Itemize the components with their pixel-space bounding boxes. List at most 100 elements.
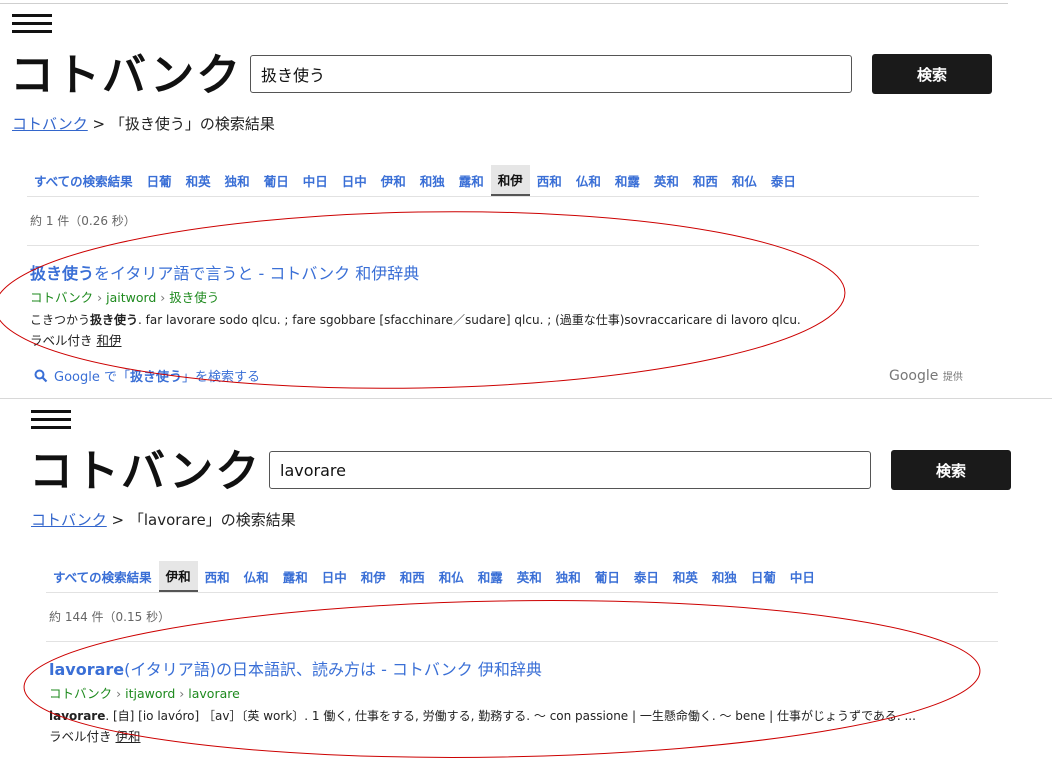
dictionary-tabs: すべての検索結果 日葡 和英 独和 葡日 中日 日中 伊和 和独 露和 和伊 西和 仏和 和露 英和 和西 和仏… bbox=[27, 165, 803, 196]
google-credit-suffix: 提供 bbox=[942, 372, 963, 383]
tab-17[interactable]: 中日 bbox=[783, 561, 822, 592]
search-input[interactable] bbox=[269, 451, 871, 489]
result-url-term: lavorare bbox=[188, 686, 240, 701]
result-url-path: jaitword bbox=[106, 290, 157, 305]
search-input[interactable] bbox=[250, 55, 852, 93]
tab-16[interactable]: 和仏 bbox=[725, 165, 764, 196]
snippet-text: こきつかう bbox=[30, 313, 91, 327]
result-count: 約 1 件（0.26 秒） bbox=[30, 214, 136, 228]
tab-0[interactable]: すべての検索結果 bbox=[46, 561, 159, 592]
search-button[interactable]: 検索 bbox=[891, 450, 1011, 490]
result-title-term: lavorare bbox=[49, 660, 125, 679]
google-search-link[interactable]: Google で「扱き使う」を検索する bbox=[34, 366, 260, 385]
tab-4[interactable]: 露和 bbox=[276, 561, 315, 592]
result-label: ラベル付き 和伊 bbox=[30, 330, 122, 349]
tab-5[interactable]: 中日 bbox=[296, 165, 335, 196]
snippet-text: . [自] [io lavóro] ［av］〔英 work〕. 1 働く, 仕事… bbox=[105, 709, 916, 723]
result-snippet: lavorare. [自] [io lavóro] ［av］〔英 work〕. … bbox=[49, 707, 916, 724]
result-url-term: 扱き使う bbox=[169, 290, 220, 305]
result-url-separator: › bbox=[156, 290, 170, 305]
search-icon bbox=[34, 369, 48, 383]
tab-9[interactable]: 和露 bbox=[471, 561, 510, 592]
tab-5[interactable]: 日中 bbox=[315, 561, 354, 592]
result-url-site: コトバンク bbox=[30, 290, 94, 305]
result-url-path: itjaword bbox=[125, 686, 176, 701]
breadcrumb-home-link[interactable]: コトバンク bbox=[12, 115, 88, 133]
tab-9[interactable]: 露和 bbox=[452, 165, 491, 196]
breadcrumb-current: 「lavorare」の検索結果 bbox=[128, 511, 296, 529]
snippet-highlight: 扱き使う bbox=[90, 313, 139, 327]
google-logo: Google bbox=[889, 368, 939, 384]
tab-2[interactable]: 和英 bbox=[179, 165, 218, 196]
label-prefix: ラベル付き bbox=[30, 333, 93, 348]
tabs-divider bbox=[46, 592, 998, 593]
results-divider bbox=[46, 641, 998, 642]
tab-6[interactable]: 日中 bbox=[335, 165, 374, 196]
result-title-link[interactable]: 扱き使うをイタリア語で言うと - コトバンク 和伊辞典 bbox=[30, 260, 419, 284]
result-snippet: こきつかう扱き使う. far lavorare sodo qlcu. ; far… bbox=[30, 311, 801, 328]
result-url-separator: › bbox=[112, 686, 126, 701]
breadcrumb-separator: > bbox=[87, 115, 110, 133]
tab-4[interactable]: 葡日 bbox=[257, 165, 296, 196]
tab-12[interactable]: 葡日 bbox=[588, 561, 627, 592]
result-title-link[interactable]: lavorare(イタリア語)の日本語訳、読み方は - コトバンク 伊和辞典 bbox=[49, 656, 542, 680]
tab-7[interactable]: 和西 bbox=[393, 561, 432, 592]
result-url-separator: › bbox=[93, 290, 107, 305]
search-button[interactable]: 検索 bbox=[872, 54, 992, 94]
result-count: 約 144 件（0.15 秒） bbox=[49, 610, 171, 624]
dictionary-tabs: すべての検索結果 伊和 西和 仏和 露和 日中 和伊 和西 和仏 和露 英和 独和 葡日 泰日 和英 和独 日葡… bbox=[46, 561, 822, 592]
result-label: ラベル付き 伊和 bbox=[49, 726, 141, 745]
hamburger-menu-icon[interactable] bbox=[12, 14, 52, 34]
tab-3[interactable]: 独和 bbox=[218, 165, 257, 196]
result-url[interactable]: コトバンク › itjaword › lavorare bbox=[49, 683, 240, 702]
tab-12[interactable]: 仏和 bbox=[569, 165, 608, 196]
google-search-post: 」を検索する bbox=[182, 370, 261, 385]
panel-divider bbox=[0, 398, 1052, 399]
tab-15[interactable]: 和西 bbox=[686, 165, 725, 196]
site-logo[interactable]: コトバンク bbox=[10, 54, 242, 98]
label-link[interactable]: 和伊 bbox=[97, 333, 122, 348]
result-url-site: コトバンク bbox=[49, 686, 113, 701]
tab-17[interactable]: 泰日 bbox=[764, 165, 803, 196]
tab-10[interactable]: 英和 bbox=[510, 561, 549, 592]
tab-8[interactable]: 和独 bbox=[413, 165, 452, 196]
tab-15[interactable]: 和独 bbox=[705, 561, 744, 592]
tab-13[interactable]: 泰日 bbox=[627, 561, 666, 592]
breadcrumb-separator: > bbox=[106, 511, 129, 529]
tab-1[interactable]: 日葡 bbox=[140, 165, 179, 196]
hamburger-menu-icon[interactable] bbox=[31, 410, 71, 430]
snippet-highlight: lavorare bbox=[49, 709, 106, 723]
results-divider bbox=[27, 245, 979, 246]
top-divider bbox=[0, 3, 1008, 4]
result-title-term: 扱き使う bbox=[30, 264, 95, 283]
tab-7[interactable]: 伊和 bbox=[374, 165, 413, 196]
google-credit: Google 提供 bbox=[889, 368, 963, 384]
tab-13[interactable]: 和露 bbox=[608, 165, 647, 196]
label-prefix: ラベル付き bbox=[49, 729, 112, 744]
tab-6[interactable]: 和伊 bbox=[354, 561, 393, 592]
breadcrumb: コトバンク > 「lavorare」の検索結果 bbox=[31, 509, 296, 530]
tab-11[interactable]: 西和 bbox=[530, 165, 569, 196]
tab-10[interactable]: 和伊 bbox=[490, 165, 530, 196]
result-title-text: (イタリア語)の日本語訳、読み方は - コトバンク 伊和辞典 bbox=[124, 660, 542, 679]
tab-14[interactable]: 和英 bbox=[666, 561, 705, 592]
tab-11[interactable]: 独和 bbox=[549, 561, 588, 592]
result-url[interactable]: コトバンク › jaitword › 扱き使う bbox=[30, 287, 219, 306]
breadcrumb: コトバンク > 「扱き使う」の検索結果 bbox=[12, 113, 275, 134]
tab-1[interactable]: 伊和 bbox=[158, 561, 198, 592]
breadcrumb-current: 「扱き使う」の検索結果 bbox=[109, 115, 275, 133]
tab-3[interactable]: 仏和 bbox=[237, 561, 276, 592]
snippet-text: . far lavorare sodo qlcu. ; fare sgobbar… bbox=[138, 313, 801, 327]
result-url-separator: › bbox=[175, 686, 189, 701]
google-search-term: 扱き使う bbox=[129, 370, 182, 385]
tab-14[interactable]: 英和 bbox=[647, 165, 686, 196]
site-logo[interactable]: コトバンク bbox=[29, 450, 261, 494]
google-search-pre: Google で「 bbox=[54, 370, 130, 385]
tab-0[interactable]: すべての検索結果 bbox=[27, 165, 140, 196]
tab-8[interactable]: 和仏 bbox=[432, 561, 471, 592]
breadcrumb-home-link[interactable]: コトバンク bbox=[31, 511, 107, 529]
tabs-divider bbox=[27, 196, 979, 197]
label-link[interactable]: 伊和 bbox=[116, 729, 141, 744]
tab-2[interactable]: 西和 bbox=[198, 561, 237, 592]
tab-16[interactable]: 日葡 bbox=[744, 561, 783, 592]
